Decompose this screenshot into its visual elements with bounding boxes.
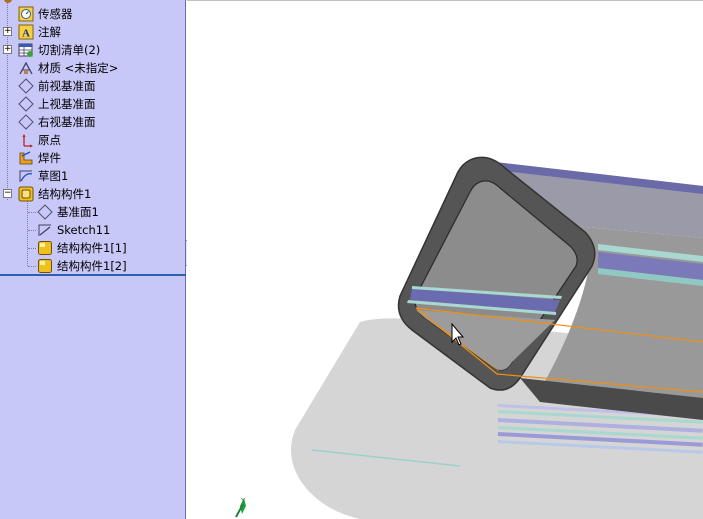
tree-item-label: 上视基准面 — [38, 97, 96, 111]
tree-item-sketch1[interactable]: 草图1 — [18, 167, 68, 185]
feature-manager-tree: 传感器 + A 注解 + 切割清单(2) 材质 <未指定> 前视基准面 上视基准… — [0, 0, 186, 519]
tree-item-front-plane[interactable]: 前视基准面 — [18, 77, 96, 95]
sensor-icon — [18, 6, 34, 22]
tree-item-weldment[interactable]: 焊件 — [18, 149, 61, 167]
tree-item-label: 切割清单(2) — [38, 43, 101, 57]
tree-item-origin[interactable]: 原点 — [18, 131, 61, 149]
tree-item-sensors[interactable]: 传感器 — [18, 5, 73, 23]
tree-item-label: 基准面1 — [57, 205, 99, 219]
tree-item-label: Sketch11 — [57, 223, 111, 237]
tree-connector — [28, 212, 36, 213]
tree-item-label: 右视基准面 — [38, 115, 96, 129]
tree-item-annotations[interactable]: A 注解 — [18, 23, 61, 41]
body-icon — [38, 241, 52, 255]
graphics-area[interactable]: Y — [187, 0, 703, 519]
plane-icon — [18, 96, 34, 112]
tree-connector — [28, 248, 36, 249]
tree-item-top-plane[interactable]: 上视基准面 — [18, 95, 96, 113]
model-view: Y — [235, 156, 703, 519]
tree-item-body-2[interactable]: 结构构件1[2] — [37, 257, 127, 275]
collapse-toggle[interactable]: − — [3, 189, 12, 198]
svg-text:A: A — [22, 28, 30, 40]
tree-item-cut-list[interactable]: 切割清单(2) — [18, 41, 100, 59]
tree-item-label: 原点 — [38, 133, 61, 147]
origin-icon — [22, 134, 33, 148]
tree-item-label: 焊件 — [38, 151, 61, 165]
tree-item-label: 草图1 — [38, 169, 69, 183]
body-icon — [38, 259, 52, 273]
plane-icon — [18, 78, 34, 94]
plane-icon — [18, 114, 34, 130]
weldment-icon — [19, 151, 33, 165]
tree-item-label: 材质 <未指定> — [38, 61, 119, 75]
tree-item-material[interactable]: 材质 <未指定> — [18, 59, 118, 77]
tree-connector — [28, 266, 36, 267]
structural-member-icon — [18, 186, 34, 202]
tree-connector — [27, 200, 28, 266]
plane-icon — [37, 204, 53, 220]
material-icon — [19, 61, 33, 75]
tree-item-label: 注解 — [38, 25, 61, 39]
sketch-icon — [19, 170, 33, 182]
tree-item-right-plane[interactable]: 右视基准面 — [18, 113, 96, 131]
tree-item-label: 传感器 — [38, 7, 73, 21]
tree-item-sketch11[interactable]: Sketch11 — [37, 221, 110, 239]
expand-toggle[interactable]: + — [3, 27, 12, 36]
tree-item-body-1[interactable]: 结构构件1[1] — [37, 239, 127, 257]
tree-item-label: 结构构件1 — [38, 187, 92, 201]
tree-connector — [28, 230, 36, 231]
annotation-icon: A — [18, 24, 34, 40]
sketch-icon — [38, 224, 51, 236]
triad-axis-label: Y — [240, 497, 246, 505]
tree-item-label: 结构构件1[1] — [57, 241, 127, 255]
tree-item-label: 结构构件1[2] — [57, 259, 127, 273]
tree-item-plane1[interactable]: 基准面1 — [37, 203, 99, 221]
cut-list-icon — [18, 43, 33, 57]
partial-icon — [4, 0, 12, 3]
tree-item-structural-member[interactable]: 结构构件1 — [18, 185, 91, 203]
expand-toggle[interactable]: + — [3, 45, 12, 54]
tree-item-label: 前视基准面 — [38, 79, 96, 93]
tree-rollback-bar[interactable] — [0, 274, 186, 276]
